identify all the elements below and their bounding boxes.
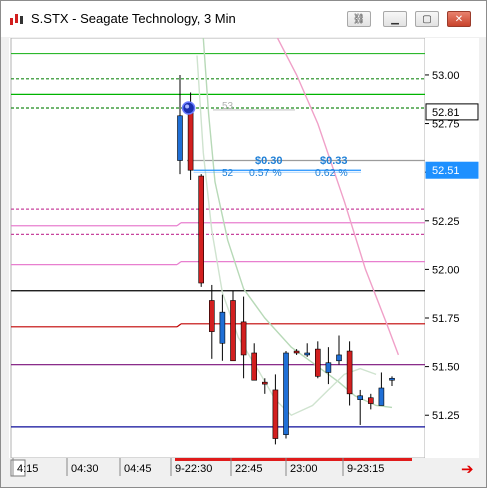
plot-area[interactable] [10,37,426,459]
app-icon [10,14,23,25]
candle-body [230,300,236,362]
entry-marker-icon[interactable] [181,101,196,115]
candle-body [293,350,300,354]
candle-body [272,389,279,439]
candle-body [198,175,204,284]
close-button[interactable]: ✕ [447,11,471,27]
close-icon: ✕ [454,13,464,25]
price-marker-label: 52.81 [432,107,460,119]
window-title: S.STX - Seagate Technology, 3 Min [31,11,236,26]
y-tick-label: 53.00 [432,70,460,82]
title-bar[interactable]: S.STX - Seagate Technology, 3 Min ⛓ ▁ ▢ … [1,1,486,37]
candle-body [187,109,194,171]
price-chart[interactable]: $0.300.57 %$0.330.62 %535253.0052.7552.5… [9,37,479,479]
candle-body [336,354,342,362]
candle-body [219,311,226,344]
candle-body [357,395,364,400]
x-tick-label: 9-22:30 [175,463,212,475]
measure-percent-2: 0.62 % [315,167,348,179]
minimize-icon: ▁ [391,13,399,25]
candle-body [389,377,395,381]
candle-body [209,300,215,332]
candle[interactable] [283,351,289,439]
restore-button[interactable]: ▢ [415,11,439,27]
annotation-52: 52 [222,168,234,179]
y-tick-label: 51.50 [432,362,460,374]
measure-value-2: $0.33 [320,155,348,167]
candle-body [378,387,385,406]
link-icon: ⛓ [352,13,366,25]
y-tick-label: 52.00 [432,264,460,276]
x-tick-label: 04:30 [71,463,99,475]
candle[interactable] [230,290,236,362]
measure-value-1: $0.30 [255,155,283,167]
x-axis-highlight [175,458,412,461]
link-button[interactable]: ⛓ [347,11,371,27]
y-tick-label: 51.25 [432,410,460,422]
entry-marker-highlight [185,104,190,109]
candle-body [262,381,268,385]
candle[interactable] [198,174,204,287]
candle-body [314,348,321,377]
x-tick-label: 23:00 [290,463,318,475]
candle-body [251,352,257,381]
x-tick-label: 9-23:15 [347,463,384,475]
candle-body [240,321,247,356]
chart-area[interactable]: $0.300.57 %$0.330.62 %535253.0052.7552.5… [9,37,479,479]
candle-body [367,397,374,404]
x-tick-label: 4:15 [17,463,38,475]
candle-body [325,362,332,373]
y-tick-label: 51.75 [432,313,460,325]
candle-body [346,350,353,395]
measure-percent-1: 0.57 % [249,167,282,179]
price-marker-label: 52.51 [432,165,460,177]
candle-body [283,352,289,435]
restore-icon: ▢ [422,13,432,25]
y-tick-label: 52.25 [432,216,460,228]
y-axis-area [425,38,479,458]
candle-body [304,352,311,356]
scroll-right-arrow-icon[interactable]: ➔ [461,461,474,478]
annotation-53: 53 [222,101,234,112]
candle-body [177,115,183,161]
x-tick-label: 22:45 [235,463,263,475]
x-tick-label: 04:45 [124,463,152,475]
minimize-button[interactable]: ▁ [383,11,407,27]
chart-window: S.STX - Seagate Technology, 3 Min ⛓ ▁ ▢ … [0,0,487,488]
